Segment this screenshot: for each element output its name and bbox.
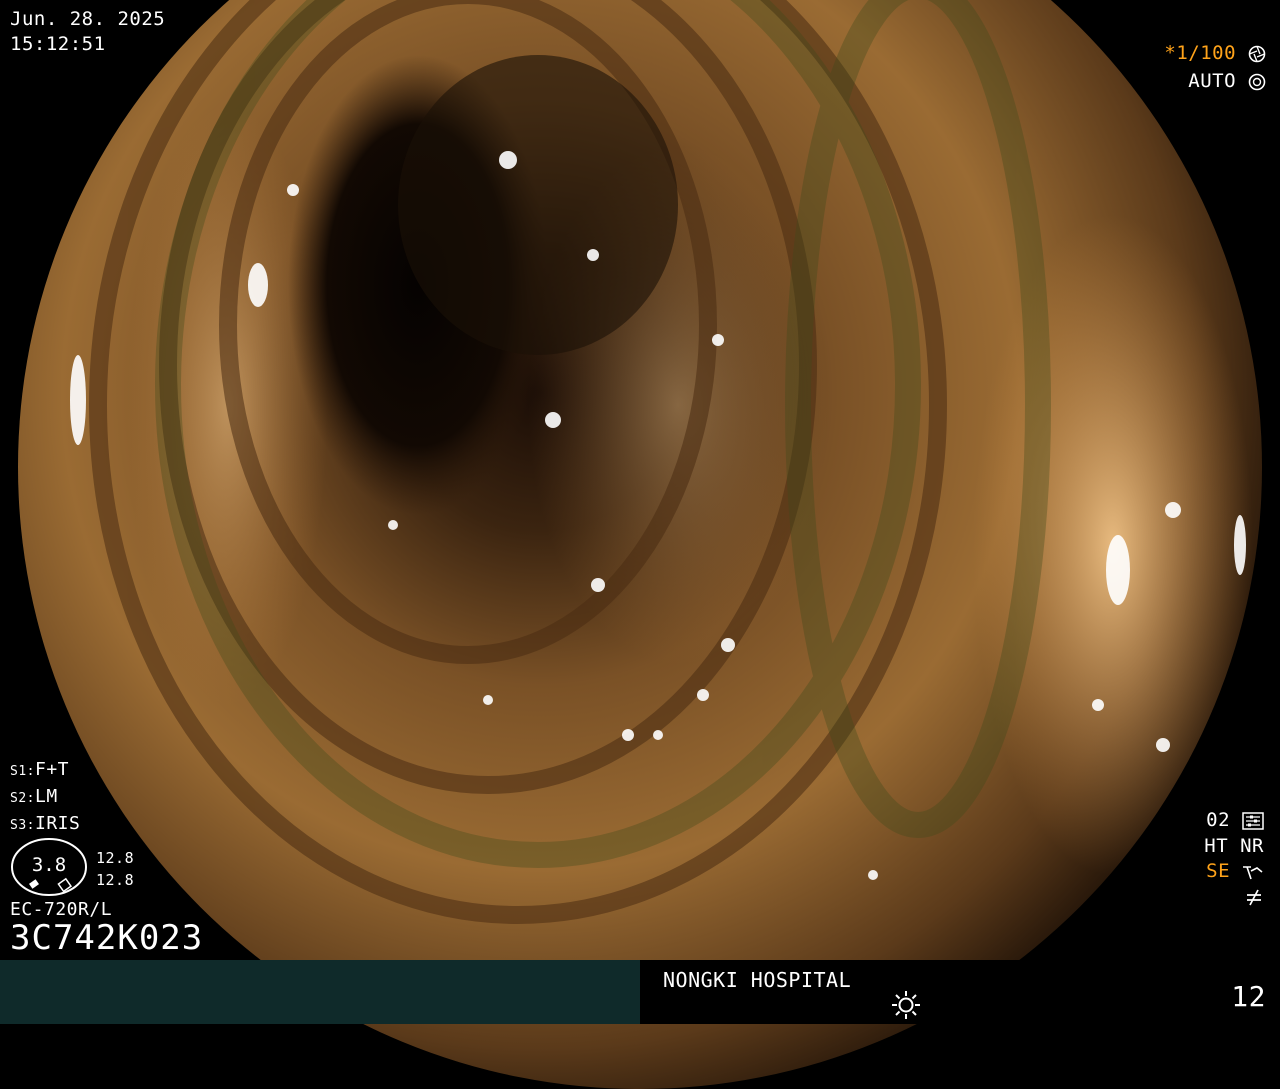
not-equal-icon: [1247, 889, 1261, 905]
shutter-value: *1/100: [1164, 42, 1237, 64]
indicator-line-4: [1244, 885, 1264, 907]
page-number: 12: [1231, 980, 1266, 1013]
switch-settings: S1:F+T S2:LM S3:IRIS: [10, 757, 80, 838]
zoom-readouts: 12.8 12.8: [96, 847, 134, 891]
indicator-line-3-text: SE: [1206, 860, 1231, 882]
brightness-icon: [891, 990, 921, 1020]
endoscopic-view: [18, 0, 1262, 1089]
hospital-name: NONGKI HOSPITAL: [663, 968, 852, 992]
zoom-readout-bottom: 12.8: [96, 871, 135, 889]
scope-serial: 3C742K023: [10, 918, 204, 958]
zoom-gauge: 3.8: [10, 837, 90, 899]
settings-grid-icon: [1242, 811, 1264, 830]
zoom-value: 3.8: [31, 854, 67, 876]
switch-setting-2: S2:LM: [10, 786, 58, 807]
indicator-line-2: HT NR: [1204, 835, 1264, 857]
iris-icon: [1248, 73, 1266, 90]
indicator-line-3: SE: [1206, 860, 1264, 882]
time-display: 15:12:51: [10, 33, 106, 55]
switch-setting-3: S3:IRIS: [10, 813, 81, 834]
exposure-mode-label: AUTO: [1188, 70, 1237, 92]
switch-setting-1: S1:F+T: [10, 759, 69, 780]
indicator-line-1: 02: [1206, 809, 1264, 831]
date-display: Jun. 28. 2025: [10, 8, 166, 30]
shutter-speed: *1/100: [1164, 42, 1266, 64]
footer-bar-left: [0, 960, 640, 1024]
footer-bar: [0, 960, 1280, 1024]
indicator-line-1-text: 02: [1206, 809, 1231, 831]
aperture-icon: [1248, 45, 1266, 62]
endoscopic-image: [18, 0, 1262, 1089]
endoscope-screen: Jun. 28. 2025 15:12:51 *1/100 AUTO S1:F+…: [0, 0, 1280, 1089]
enhance-icon: [1243, 865, 1263, 879]
exposure-mode: AUTO: [1188, 70, 1266, 92]
zoom-readout-top: 12.8: [96, 849, 135, 867]
